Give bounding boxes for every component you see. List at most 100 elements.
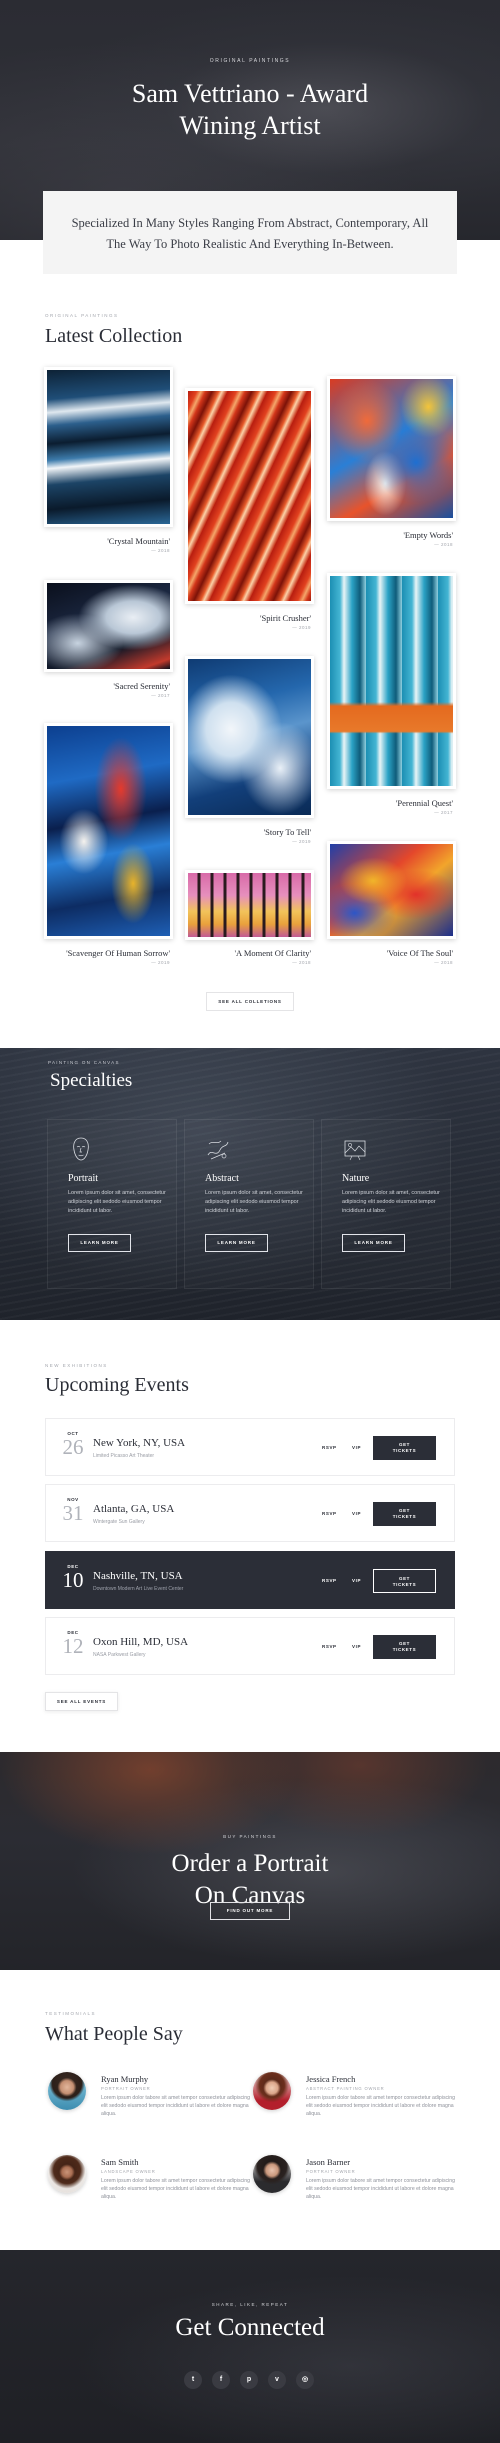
avatar (253, 2072, 291, 2110)
intro-text: Specialized In Many Styles Ranging From … (71, 216, 429, 251)
caption-spirit-crusher: 'Spirit Crusher' — 2019 (185, 613, 311, 630)
event-venue: Wintergate Sun Gallery (93, 1519, 145, 1525)
painting-empty-words[interactable] (327, 376, 456, 521)
vip-link[interactable]: VIP (352, 1445, 361, 1450)
instagram-icon[interactable]: ◎ (296, 2371, 314, 2389)
testimonial-card: Sam Smith LANDSCAPE OWNER Lorem ipsum do… (48, 2155, 250, 2215)
order-title-line-1: Order a Portrait (171, 1850, 329, 1877)
order-eyebrow: BUY PAINTINGS (223, 1834, 277, 1839)
specialties-eyebrow: PAINTING ON CANVAS (48, 1060, 120, 1065)
tickets-label-2: TICKETS (392, 1448, 417, 1453)
event-day: 12 (62, 1634, 84, 1658)
caption-perennial-quest: 'Perennial Quest' — 2017 (327, 798, 453, 815)
vip-link[interactable]: VIP (352, 1578, 361, 1583)
see-all-events-button[interactable]: SEE ALL EVENTS (45, 1692, 118, 1711)
event-row-active: DEC 10 Nashville, TN, USA Downtown Moder… (45, 1551, 455, 1609)
event-city: Nashville, TN, USA (93, 1570, 183, 1582)
painting-title: 'Crystal Mountain' (107, 536, 170, 546)
event-day: 10 (62, 1568, 84, 1592)
event-row: OCT 26 New York, NY, USA Limited Picasso… (45, 1418, 455, 1476)
rsvp-link[interactable]: RSVP (322, 1578, 337, 1583)
vimeo-icon[interactable]: v (268, 2371, 286, 2389)
painting-voice-of-the-soul[interactable] (327, 841, 456, 939)
face-outline-icon (73, 1137, 89, 1161)
painting-year: — 2017 (434, 810, 453, 815)
caption-voice-of-the-soul: 'Voice Of The Soul' — 2018 (327, 948, 453, 965)
caption-sacred-serenity: 'Sacred Serenity' — 2017 (44, 681, 170, 698)
vip-link[interactable]: VIP (352, 1644, 361, 1649)
caption-empty-words: 'Empty Words' — 2018 (327, 530, 453, 547)
learn-more-button-portrait[interactable]: LEARN MORE (68, 1234, 131, 1252)
event-row: NOV 31 Atlanta, GA, USA Wintergate Sun G… (45, 1484, 455, 1542)
testimonial-card: Ryan Murphy PORTRAIT OWNER Lorem ipsum d… (48, 2072, 250, 2132)
testimonial-role: PORTRAIT OWNER (101, 2086, 151, 2091)
painting-year: — 2019 (292, 839, 311, 844)
event-day: 31 (62, 1501, 84, 1525)
tickets-label-2: TICKETS (392, 1582, 417, 1587)
get-tickets-button[interactable]: GET TICKETS (373, 1635, 436, 1659)
event-city: Atlanta, GA, USA (93, 1503, 175, 1515)
event-venue: Limited Picasso Art Theater (93, 1453, 155, 1459)
testimonial-role: ABSTRACT PAINTING OWNER (306, 2086, 385, 2091)
painting-year: — 2019 (292, 625, 311, 630)
event-city: Oxon Hill, MD, USA (93, 1636, 189, 1648)
specialty-card-nature: Nature Lorem ipsum dolor sit amet, conse… (321, 1119, 451, 1289)
rsvp-link[interactable]: RSVP (322, 1511, 337, 1516)
get-tickets-button[interactable]: GET TICKETS (373, 1569, 436, 1593)
event-row: DEC 12 Oxon Hill, MD, USA NASA Parkwest … (45, 1617, 455, 1675)
find-out-more-button[interactable]: FIND OUT MORE (210, 1902, 290, 1920)
specialty-text: Lorem ipsum dolor sit amet, consectetur … (342, 1190, 440, 1214)
painting-title: 'Perennial Quest' (395, 798, 453, 808)
specialties-section: PAINTING ON CANVAS Specialties Portrait … (0, 1048, 500, 1320)
vip-link[interactable]: VIP (352, 1511, 361, 1516)
get-tickets-button[interactable]: GET TICKETS (373, 1436, 436, 1460)
hero-title: Sam Vettriano - Award Wining Artist (0, 78, 500, 142)
testimonial-card: Jessica French ABSTRACT PAINTING OWNER L… (253, 2072, 456, 2132)
testimonial-name: Jason Barner (306, 2157, 351, 2167)
painting-year: — 2019 (151, 960, 170, 965)
specialty-title: Nature (342, 1173, 370, 1184)
painting-scavenger-of-human-sorrow[interactable] (44, 723, 173, 939)
learn-more-button-abstract[interactable]: LEARN MORE (205, 1234, 268, 1252)
rsvp-link[interactable]: RSVP (322, 1445, 337, 1450)
pinterest-icon[interactable]: p (240, 2371, 258, 2389)
caption-story-to-tell: 'Story To Tell' — 2019 (185, 827, 311, 844)
painting-year: — 2017 (151, 693, 170, 698)
testimonial-name: Jessica French (306, 2074, 356, 2084)
tickets-label-1: GET (398, 1641, 411, 1646)
testimonial-name: Ryan Murphy (101, 2074, 149, 2084)
painting-title: 'Empty Words' (403, 530, 453, 540)
tickets-label-2: TICKETS (392, 1647, 417, 1652)
painting-perennial-quest[interactable] (327, 573, 456, 789)
see-all-collections-button[interactable]: SEE ALL COLLETIONS (206, 992, 294, 1011)
testimonial-role: LANDSCAPE OWNER (101, 2169, 156, 2174)
testimonial-quote: Lorem ipsum dolor tabore sit amet tempor… (306, 2095, 456, 2117)
hero-title-line-1: Sam Vettriano - Award (131, 79, 369, 108)
specialty-text: Lorem ipsum dolor sit amet, consectetur … (205, 1190, 303, 1214)
get-tickets-button[interactable]: GET TICKETS (373, 1502, 436, 1526)
rsvp-link[interactable]: RSVP (322, 1644, 337, 1649)
events-eyebrow: NEW EXHIBITIONS (45, 1363, 108, 1368)
tickets-label-2: TICKETS (392, 1514, 417, 1519)
learn-more-button-nature[interactable]: LEARN MORE (342, 1234, 405, 1252)
testimonial-role: PORTRAIT OWNER (306, 2169, 356, 2174)
painting-title: 'A Moment Of Clarity' (234, 948, 312, 958)
painting-spirit-crusher[interactable] (185, 388, 314, 604)
painting-story-to-tell[interactable] (185, 656, 314, 818)
twitter-icon[interactable]: t (184, 2371, 202, 2389)
painting-sacred-serenity[interactable] (44, 580, 173, 672)
caption-scavenger-of-human-sorrow: 'Scavenger Of Human Sorrow' — 2019 (44, 948, 170, 965)
caption-a-moment-of-clarity: 'A Moment Of Clarity' — 2018 (185, 948, 312, 965)
painting-title: 'Spirit Crusher' (260, 613, 311, 623)
collection-title: Latest Collection (45, 325, 183, 347)
event-city: New York, NY, USA (93, 1437, 186, 1449)
painting-a-moment-of-clarity[interactable] (185, 870, 314, 940)
event-venue: Downtown Modern Art Live Event Center (93, 1586, 184, 1592)
footer-eyebrow: SHARE, LIKE, REPEAT (211, 2302, 289, 2307)
painting-title: 'Scavenger Of Human Sorrow' (66, 948, 170, 958)
facebook-icon[interactable]: f (212, 2371, 230, 2389)
specialty-card-abstract: Abstract Lorem ipsum dolor sit amet, con… (184, 1119, 314, 1289)
painting-crystal-mountain[interactable] (44, 367, 173, 527)
painting-year: — 2018 (434, 960, 453, 965)
testimonial-name: Sam Smith (101, 2157, 139, 2167)
